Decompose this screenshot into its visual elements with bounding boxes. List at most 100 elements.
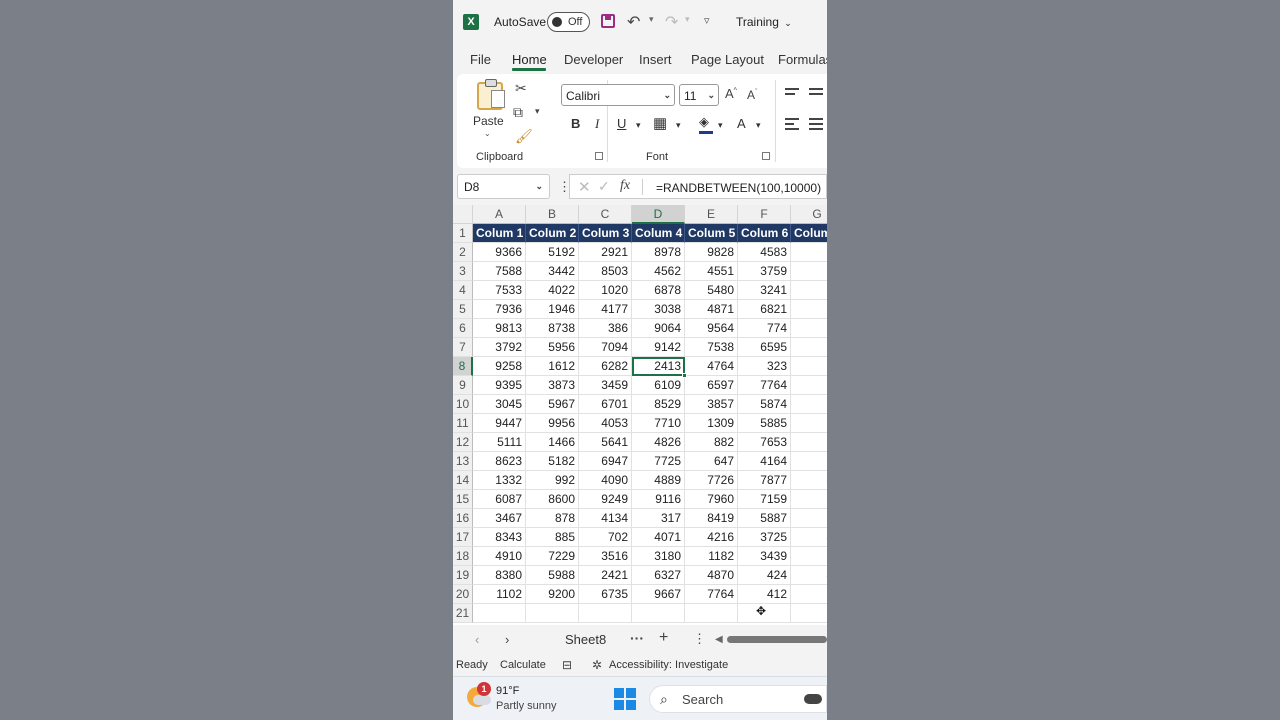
middle-align-icon[interactable] — [809, 88, 823, 100]
data-cell[interactable]: 29 — [791, 395, 827, 414]
data-cell[interactable]: 1612 — [526, 357, 579, 376]
insert-function-icon[interactable]: fx — [620, 178, 630, 194]
copy-icon[interactable]: ⧉ — [513, 104, 523, 121]
data-cell[interactable]: 62 — [791, 281, 827, 300]
data-cell[interactable]: 3725 — [738, 528, 791, 547]
data-cell[interactable]: 19 — [791, 300, 827, 319]
data-cell[interactable]: 6087 — [473, 490, 526, 509]
row-header-6[interactable]: 6 — [453, 319, 473, 338]
column-header-a[interactable]: A — [473, 205, 526, 224]
header-cell[interactable]: Colum 4 — [632, 224, 685, 243]
data-cell[interactable]: 7960 — [685, 490, 738, 509]
data-cell[interactable]: 3467 — [473, 509, 526, 528]
calculate-button[interactable]: Calculate — [500, 659, 546, 671]
row-header-15[interactable]: 15 — [453, 490, 473, 509]
data-cell[interactable]: 7877 — [738, 471, 791, 490]
data-cell[interactable]: 6735 — [579, 585, 632, 604]
row-header-3[interactable]: 3 — [453, 262, 473, 281]
data-cell[interactable]: 5885 — [738, 414, 791, 433]
add-sheet-icon[interactable]: + — [659, 629, 668, 647]
row-header-18[interactable]: 18 — [453, 547, 473, 566]
data-cell[interactable]: 7710 — [632, 414, 685, 433]
data-cell[interactable]: 6109 — [632, 376, 685, 395]
font-name-select[interactable]: Calibri ⌄ — [561, 84, 675, 106]
data-cell[interactable]: 5874 — [738, 395, 791, 414]
data-cell[interactable]: 7538 — [685, 338, 738, 357]
data-cell[interactable]: 5956 — [526, 338, 579, 357]
font-launcher-icon[interactable] — [762, 152, 770, 160]
tab-file[interactable]: File — [470, 52, 491, 67]
data-cell[interactable]: 882 — [685, 433, 738, 452]
row-header-2[interactable]: 2 — [453, 243, 473, 262]
column-header-c[interactable]: C — [579, 205, 632, 224]
row-header-7[interactable]: 7 — [453, 338, 473, 357]
cancel-icon[interactable]: ✕ — [578, 178, 591, 196]
align-center-icon[interactable] — [809, 118, 823, 130]
data-cell[interactable]: 5192 — [526, 243, 579, 262]
data-cell[interactable]: 6597 — [685, 376, 738, 395]
data-cell[interactable]: 4090 — [579, 471, 632, 490]
data-cell[interactable]: 5887 — [738, 509, 791, 528]
sheet-options-icon[interactable]: ⋮ — [693, 631, 706, 647]
data-cell[interactable]: 647 — [685, 452, 738, 471]
tab-developer[interactable]: Developer — [564, 52, 623, 67]
accessibility-status[interactable]: Accessibility: Investigate — [609, 659, 728, 671]
data-cell[interactable]: 3759 — [738, 262, 791, 281]
header-cell[interactable]: Colum 5 — [685, 224, 738, 243]
data-cell[interactable]: 4177 — [579, 300, 632, 319]
data-cell[interactable]: 7094 — [579, 338, 632, 357]
data-cell[interactable]: 53 — [791, 414, 827, 433]
column-header-d[interactable]: D — [632, 205, 685, 224]
row-header-9[interactable]: 9 — [453, 376, 473, 395]
redo-icon[interactable]: ↷ — [665, 12, 678, 32]
data-cell[interactable]: 8600 — [526, 490, 579, 509]
row-header-21[interactable]: 21 — [453, 604, 473, 623]
document-name-button[interactable]: Training ⌄ — [736, 15, 792, 29]
data-cell[interactable]: 1182 — [685, 547, 738, 566]
data-cell[interactable]: 1309 — [685, 414, 738, 433]
more-sheets-icon[interactable]: ··· — [630, 630, 644, 646]
underline-dropdown-icon[interactable]: ▾ — [636, 120, 641, 131]
data-cell[interactable]: 6947 — [579, 452, 632, 471]
data-cell[interactable]: 6701 — [579, 395, 632, 414]
data-cell[interactable]: 1102 — [473, 585, 526, 604]
data-cell[interactable]: 5641 — [579, 433, 632, 452]
sheet-tab-active[interactable]: Sheet8 — [565, 632, 606, 647]
save-icon[interactable] — [601, 14, 615, 28]
data-cell[interactable]: 4826 — [632, 433, 685, 452]
row-header-10[interactable]: 10 — [453, 395, 473, 414]
column-header-f[interactable]: F — [738, 205, 791, 224]
horizontal-scrollbar[interactable] — [727, 636, 827, 643]
data-cell[interactable]: 8419 — [685, 509, 738, 528]
data-cell[interactable]: 7653 — [738, 433, 791, 452]
column-header-b[interactable]: B — [526, 205, 579, 224]
header-cell[interactable]: Colum 6 — [738, 224, 791, 243]
undo-dropdown-icon[interactable]: ▾ — [649, 14, 654, 25]
data-cell[interactable]: 1020 — [579, 281, 632, 300]
data-cell[interactable]: 7764 — [738, 376, 791, 395]
data-cell[interactable]: 8623 — [473, 452, 526, 471]
data-cell[interactable]: 412 — [738, 585, 791, 604]
data-cell[interactable]: 1466 — [526, 433, 579, 452]
row-header-1[interactable]: 1 — [453, 224, 473, 243]
data-cell[interactable]: 78 — [791, 585, 827, 604]
row-header-12[interactable]: 12 — [453, 433, 473, 452]
data-cell[interactable]: 4870 — [685, 566, 738, 585]
data-cell[interactable]: 4216 — [685, 528, 738, 547]
data-cell[interactable]: 7726 — [685, 471, 738, 490]
column-header-g[interactable]: G — [791, 205, 827, 224]
data-cell[interactable]: 60 — [791, 490, 827, 509]
next-sheet-icon[interactable]: › — [505, 632, 509, 647]
data-cell[interactable]: 4022 — [526, 281, 579, 300]
data-cell[interactable]: 8380 — [473, 566, 526, 585]
empty-cell[interactable] — [791, 604, 827, 623]
data-cell[interactable]: 7764 — [685, 585, 738, 604]
data-cell[interactable]: 26 — [791, 509, 827, 528]
data-cell[interactable]: 76 — [791, 243, 827, 262]
data-cell[interactable]: 60 — [791, 319, 827, 338]
data-cell[interactable]: 41 — [791, 471, 827, 490]
empty-cell[interactable] — [632, 604, 685, 623]
scroll-left-icon[interactable]: ◀ — [715, 634, 723, 645]
formula-input[interactable]: =RANDBETWEEN(100,10000) — [656, 181, 821, 195]
data-cell[interactable]: 9142 — [632, 338, 685, 357]
